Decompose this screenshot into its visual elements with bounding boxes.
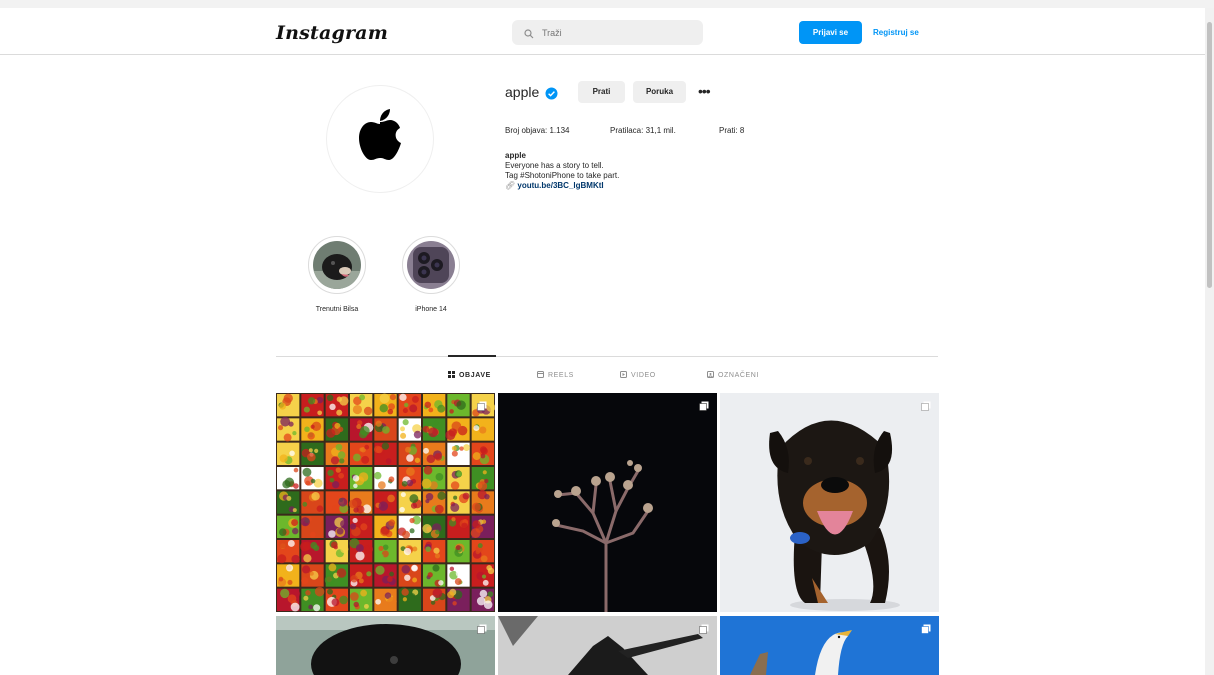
bio-link-row[interactable]: 🔗︎ youtu.be/3BC_lgBMKtI: [505, 181, 619, 191]
bio-line: Everyone has a story to tell.: [505, 161, 604, 170]
story-highlight[interactable]: Trenutni Bilsa: [305, 236, 369, 313]
tab-reels[interactable]: REELS: [537, 371, 574, 379]
highlight-ring: [402, 236, 460, 294]
browser-top-strip: [0, 0, 1214, 8]
post-thumbnail-black-dog[interactable]: [276, 616, 495, 675]
scrollbar-thumb[interactable]: [1207, 22, 1212, 288]
verified-badge-icon: [545, 87, 558, 100]
carousel-icon: [477, 401, 487, 411]
profile-bio: apple Everyone has a story to tell. Tag …: [505, 151, 619, 191]
follow-button[interactable]: Prati: [578, 81, 625, 103]
profile-username: apple: [505, 84, 540, 100]
tab-videos[interactable]: VIDEO: [620, 371, 656, 379]
top-navbar: Instagram Prijavi se Registruj se: [0, 8, 1205, 55]
post-thumbnail-joshua-tree[interactable]: [498, 393, 717, 612]
search-box[interactable]: [512, 20, 703, 45]
followers-count[interactable]: Pratilaca: 31,1 mil.: [610, 126, 676, 135]
bio-line: Tag #ShotoniPhone to take part.: [505, 171, 620, 180]
post-thumbnail-rottweiler[interactable]: [720, 393, 939, 612]
posts-count: Broj objava: 1.134: [505, 126, 570, 135]
carousel-icon: [921, 401, 931, 411]
profile-avatar[interactable]: [326, 85, 434, 193]
message-button[interactable]: Poruka: [633, 81, 686, 103]
tab-tagged[interactable]: OZNAČENI: [707, 371, 759, 379]
apple-logo-icon: [359, 109, 401, 160]
carousel-icon: [921, 624, 931, 634]
search-icon: [524, 26, 534, 44]
bio-name: apple: [505, 151, 526, 160]
tab-label: VIDEO: [631, 372, 656, 379]
more-options-icon[interactable]: •••: [698, 83, 711, 99]
login-button[interactable]: Prijavi se: [799, 21, 862, 44]
carousel-icon: [477, 624, 487, 634]
story-highlight[interactable]: iPhone 14: [399, 236, 463, 313]
tab-label: REELS: [548, 372, 574, 379]
bio-link[interactable]: youtu.be/3BC_lgBMKtI: [517, 181, 603, 190]
reels-icon: [537, 371, 544, 378]
grid-icon: [448, 371, 455, 378]
highlight-ring: [308, 236, 366, 294]
instagram-logo[interactable]: Instagram: [276, 22, 388, 44]
register-link[interactable]: Registruj se: [873, 21, 919, 44]
tab-label: OBJAVE: [459, 372, 491, 379]
tab-label: OZNAČENI: [718, 372, 759, 379]
post-thumbnail-black-white[interactable]: [498, 616, 717, 675]
post-thumbnail-fruit-market[interactable]: [276, 393, 495, 612]
highlight-label: iPhone 14: [415, 306, 447, 313]
following-count[interactable]: Prati: 8: [719, 126, 744, 135]
tab-posts[interactable]: OBJAVE: [448, 371, 491, 379]
search-input[interactable]: [540, 24, 694, 42]
highlight-cover-dog: [313, 241, 361, 289]
highlight-label: Trenutni Bilsa: [315, 306, 359, 313]
link-icon: 🔗︎: [505, 181, 516, 190]
video-icon: [620, 371, 627, 378]
carousel-icon: [699, 624, 709, 634]
tag-icon: [707, 371, 714, 378]
carousel-icon: [699, 401, 709, 411]
post-thumbnail-seagull[interactable]: [720, 616, 939, 675]
active-tab-indicator: [448, 355, 496, 357]
highlight-cover-iphone: [407, 241, 455, 289]
tabs-divider: [276, 356, 938, 357]
